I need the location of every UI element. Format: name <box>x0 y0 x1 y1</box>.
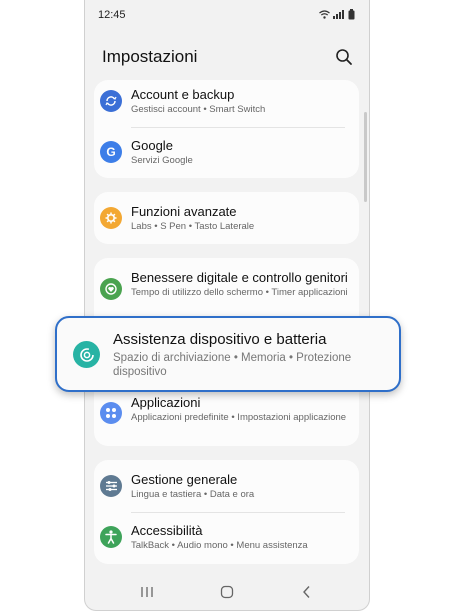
settings-item-subtitle: Spazio di archiviazione • Memoria • Prot… <box>113 352 352 378</box>
settings-item-title: Funzioni avanzate <box>131 204 237 219</box>
scrollbar[interactable] <box>364 112 367 202</box>
settings-item-subtitle: Gestisci account • Smart Switch <box>131 104 266 115</box>
wifi-icon <box>319 10 330 19</box>
settings-item-subtitle: Lingua e tastiera • Data e ora <box>131 489 255 500</box>
status-icons <box>319 9 355 20</box>
search-icon <box>336 49 352 65</box>
settings-item-title: Benessere digitale e controllo genitori <box>131 270 348 285</box>
settings-item-title: Account e backup <box>131 87 235 102</box>
phone-screen: 12:45 Impostazioni Account e backup Gest… <box>84 0 370 611</box>
back-button[interactable] <box>299 584 315 600</box>
settings-item-subtitle: Tempo di utilizzo dello schermo • Timer … <box>131 287 348 298</box>
home-button[interactable] <box>219 584 235 600</box>
heart-timer-icon <box>100 278 122 300</box>
status-time: 12:45 <box>98 9 126 21</box>
sync-icon <box>100 90 122 112</box>
google-icon: G <box>100 141 122 163</box>
settings-item-digital-wellbeing[interactable]: Benessere digitale e controllo genitori … <box>94 258 359 316</box>
settings-item-subtitle: Labs • S Pen • Tasto Laterale <box>131 221 255 232</box>
settings-item-accessibility[interactable]: Accessibilità TalkBack • Audio mono • Me… <box>94 513 359 564</box>
battery-icon <box>348 9 355 20</box>
search-button[interactable] <box>333 46 355 68</box>
recent-apps-icon <box>141 587 153 597</box>
settings-item-subtitle: Applicazioni predefinite • Impostazioni … <box>131 412 347 423</box>
settings-item-general-management[interactable]: Gestione generale Lingua e tastiera • Da… <box>94 460 359 512</box>
settings-item-title: Assistenza dispositivo e batteria <box>113 331 327 348</box>
back-icon <box>303 586 310 598</box>
settings-item-subtitle: Servizi Google <box>131 155 193 166</box>
status-bar: 12:45 <box>85 0 369 26</box>
navigation-bar <box>85 574 369 610</box>
home-icon <box>220 585 234 599</box>
settings-card-advanced: Funzioni avanzate Labs • S Pen • Tasto L… <box>94 192 359 244</box>
sliders-icon <box>100 475 122 497</box>
settings-item-device-care[interactable]: Assistenza dispositivo e batteria Spazio… <box>55 316 401 392</box>
device-care-icon <box>73 341 100 368</box>
settings-item-account-backup[interactable]: Account e backup Gestisci account • Smar… <box>94 80 359 127</box>
settings-item-title: Google <box>131 138 173 153</box>
page-title: Impostazioni <box>102 47 198 66</box>
recent-apps-button[interactable] <box>139 584 155 600</box>
settings-item-title: Accessibilità <box>131 523 203 538</box>
settings-item-subtitle: TalkBack • Audio mono • Menu assistenza <box>131 540 308 551</box>
settings-item-google[interactable]: G Google Servizi Google <box>94 128 359 178</box>
gear-plus-icon <box>100 207 122 229</box>
apps-grid-icon <box>100 402 122 424</box>
signal-icon <box>333 10 344 19</box>
settings-item-applications[interactable]: Applicazioni Applicazioni predefinite • … <box>94 386 359 446</box>
settings-card-accounts: Account e backup Gestisci account • Smar… <box>94 80 359 178</box>
settings-item-advanced-features[interactable]: Funzioni avanzate Labs • S Pen • Tasto L… <box>94 192 359 244</box>
settings-card-general: Gestione generale Lingua e tastiera • Da… <box>94 460 359 564</box>
settings-item-title: Gestione generale <box>131 472 238 487</box>
settings-item-title: Applicazioni <box>131 395 201 410</box>
accessibility-icon <box>100 526 122 548</box>
